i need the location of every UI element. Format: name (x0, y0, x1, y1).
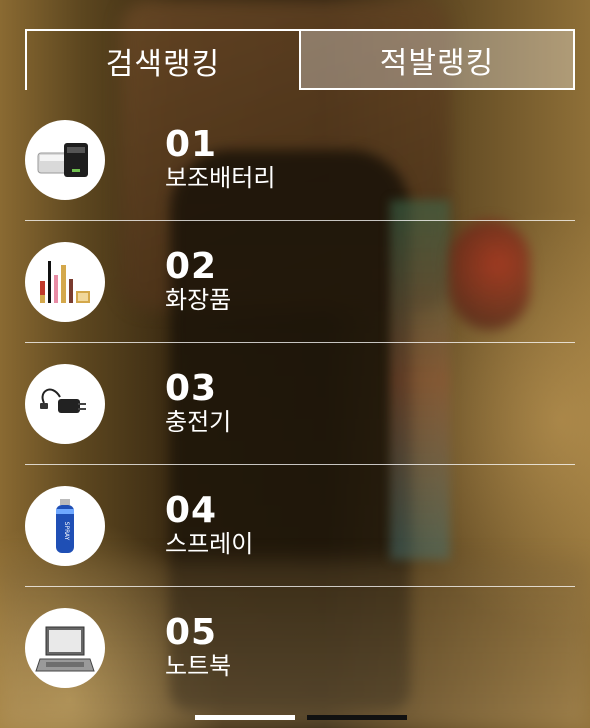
page-indicator-1[interactable] (195, 715, 295, 720)
item-name: 화장품 (165, 285, 232, 314)
rank-number: 04 (165, 489, 218, 531)
ranking-list: 01 보조배터리 02 화장품 03 충전기 SPRAY 04 스프레이 05 … (25, 99, 575, 709)
charger-icon (25, 363, 105, 444)
rank-number: 05 (165, 612, 218, 653)
rank-number: 03 (165, 367, 218, 409)
item-name: 보조배터리 (165, 163, 276, 192)
ranking-tabs: 검색랭킹 적발랭킹 (25, 29, 575, 90)
page-indicator-2[interactable] (307, 715, 407, 720)
tab-seizure-ranking[interactable]: 적발랭킹 (299, 29, 575, 90)
item-name: 스프레이 (165, 529, 254, 558)
item-name: 충전기 (165, 407, 232, 436)
list-item[interactable]: 01 보조배터리 (25, 99, 575, 221)
list-item[interactable]: SPRAY 04 스프레이 (25, 465, 575, 587)
list-item[interactable]: 02 화장품 (25, 221, 575, 343)
tab-search-ranking[interactable]: 검색랭킹 (25, 29, 299, 90)
list-item[interactable]: 05 노트북 (25, 587, 575, 709)
list-item[interactable]: 03 충전기 (25, 343, 575, 465)
power-bank-icon (25, 119, 105, 200)
rank-number: 01 (165, 123, 218, 165)
spray-icon: SPRAY (25, 485, 105, 566)
laptop-icon (25, 608, 105, 688)
page-indicator (195, 715, 407, 720)
spray-can-text: SPRAY (63, 521, 70, 540)
item-name: 노트북 (165, 652, 232, 680)
rank-number: 02 (165, 245, 218, 287)
cosmetics-icon (25, 241, 105, 322)
